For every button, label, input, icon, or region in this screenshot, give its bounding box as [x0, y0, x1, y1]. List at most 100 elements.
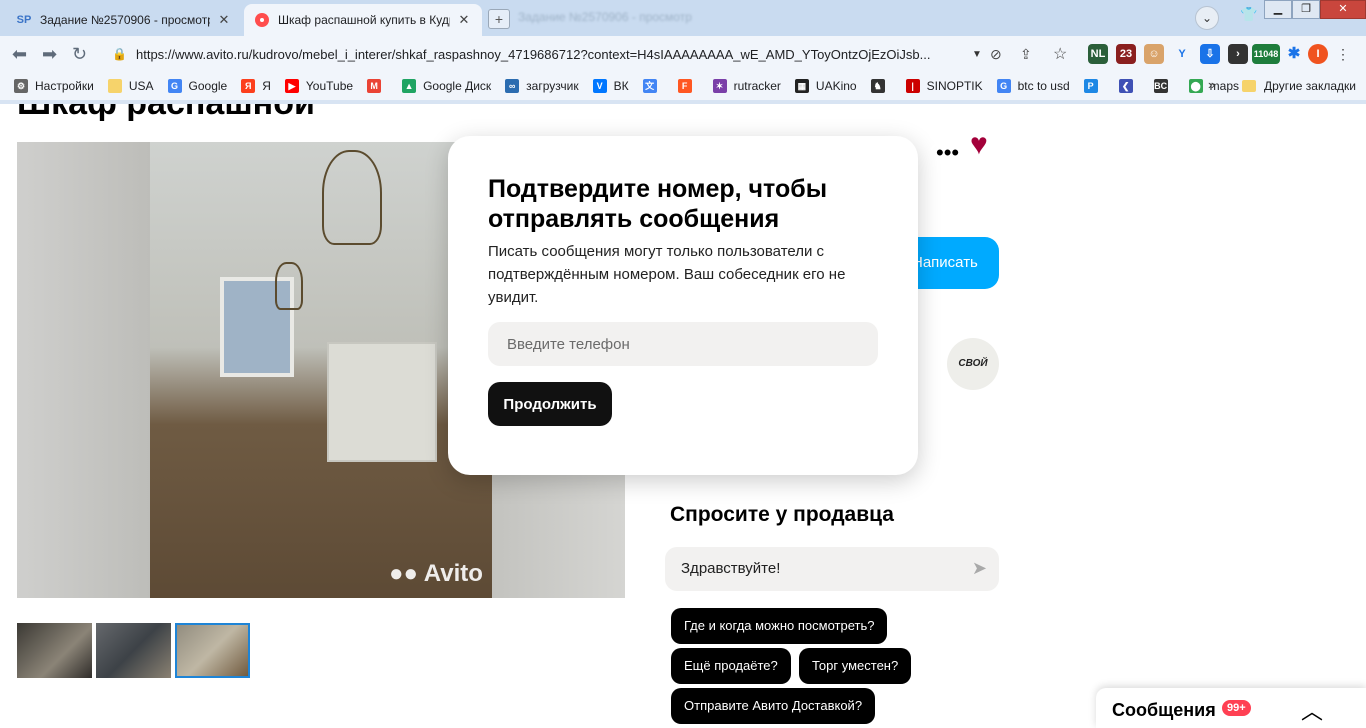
thumbnail-3-selected[interactable]: [175, 623, 250, 678]
bookmark-item[interactable]: M: [367, 79, 388, 93]
tab-avito[interactable]: Шкаф распашной купить в Кудро ✕: [244, 4, 482, 36]
bookmark-item[interactable]: 文: [642, 79, 664, 93]
bookmark-item[interactable]: | SINOPTIK: [905, 79, 983, 93]
share-icon[interactable]: ⇪: [1020, 46, 1032, 63]
photo-room: [150, 142, 492, 598]
seller-avatar[interactable]: СВОЙ: [947, 338, 999, 390]
menu-icon[interactable]: ⋮: [1336, 46, 1350, 63]
forward-icon[interactable]: ➡: [42, 44, 57, 65]
chevron-up-icon[interactable]: ︿: [1301, 694, 1323, 726]
bookmark-item[interactable]: ♞: [870, 79, 892, 93]
bookmark-item[interactable]: ▶ YouTube: [284, 79, 353, 93]
download-extension-icon[interactable]: ⇩: [1200, 44, 1220, 64]
chandelier-icon: [322, 150, 382, 245]
translate-icon: 文: [642, 79, 657, 93]
write-button-label: Написать: [912, 254, 978, 271]
ask-seller-title: Спросите у продавца: [670, 503, 894, 526]
gear-icon: ⚙: [14, 79, 28, 93]
browser-chrome: SP Задание №2570906 - просмотр з ✕ Шкаф …: [0, 0, 1366, 104]
photo-blur-left: [17, 142, 150, 598]
extensions-puzzle-icon[interactable]: ✱: [1284, 44, 1304, 64]
rutracker-icon: ✶: [712, 79, 727, 93]
quick-question-chip[interactable]: Торг уместен?: [799, 648, 912, 684]
bookmark-item[interactable]: BC: [1153, 79, 1175, 93]
tab-close-icon[interactable]: ✕: [216, 12, 232, 28]
close-icon[interactable]: ✕: [926, 133, 948, 157]
count-extension-icon[interactable]: 23: [1116, 44, 1136, 64]
phone-input[interactable]: [488, 322, 878, 366]
bookmark-item[interactable]: ▲ Google Диск: [402, 79, 491, 93]
chevron-down-icon[interactable]: ▼: [972, 49, 988, 60]
photo-cabinet: [327, 342, 437, 462]
google-icon: G: [996, 79, 1011, 93]
thumbnail-1[interactable]: [17, 623, 92, 678]
window-controls: ▁ ❐ ✕: [1264, 0, 1366, 20]
messages-label: Сообщения: [1112, 700, 1216, 720]
bookmark-item[interactable]: P: [1083, 79, 1105, 93]
tab-search-icon[interactable]: ⌄: [1195, 6, 1219, 30]
bookmark-label: Я: [262, 79, 271, 93]
bookmark-item[interactable]: ✶ rutracker: [712, 79, 781, 93]
bookmark-label: Google Диск: [423, 79, 492, 93]
messages-panel[interactable]: Сообщения 99+ ︿: [1096, 688, 1366, 728]
modal-heading: Подтвердите номер, чтобы отправлять сооб…: [488, 175, 828, 233]
favorite-heart-icon[interactable]: ♥: [970, 128, 988, 162]
ask-seller-input[interactable]: Здравствуйте! ➤: [665, 547, 999, 591]
page-title: Шкаф распашной: [17, 104, 315, 123]
avito-favicon-icon: [254, 12, 270, 28]
quick-question-chip[interactable]: Ещё продаёте?: [671, 648, 791, 684]
quick-question-chip[interactable]: Отправите Авито Доставкой?: [671, 688, 876, 724]
tab-strip: SP Задание №2570906 - просмотр з ✕ Шкаф …: [0, 0, 1366, 36]
terminal-extension-icon[interactable]: ›: [1228, 44, 1248, 64]
btc-extension-icon[interactable]: 11048: [1252, 44, 1280, 64]
restore-button[interactable]: ❐: [1292, 0, 1320, 19]
sinoptik-icon: |: [905, 79, 920, 93]
theme-icon[interactable]: 👕: [1240, 6, 1257, 23]
bookmark-item[interactable]: ❮: [1118, 79, 1140, 93]
folder-icon: [107, 79, 122, 93]
bookmark-star-icon[interactable]: ☆: [1053, 44, 1067, 64]
other-bookmarks[interactable]: Другие закладки: [1242, 72, 1356, 100]
maps-icon: ⬤: [1188, 79, 1203, 93]
bookmark-item[interactable]: ∞ загрузчик: [505, 79, 579, 93]
y-extension-icon[interactable]: Y: [1172, 44, 1192, 64]
drive-icon: ▲: [402, 79, 417, 93]
thumbnail-2[interactable]: [96, 623, 171, 678]
ghost-tab: Задание №2570906 - просмотр: [518, 10, 692, 24]
bookmark-item[interactable]: ⚙ Настройки: [14, 79, 94, 93]
bookmark-item[interactable]: ▦ UAKino: [794, 79, 857, 93]
avito-watermark: ●● Avito: [389, 560, 483, 587]
loader-icon: ∞: [505, 79, 520, 93]
quick-question-chip[interactable]: Где и когда можно посмотреть?: [671, 608, 888, 644]
bookmark-item[interactable]: G Google: [167, 79, 228, 93]
photo-thumbnails: [17, 623, 250, 678]
bc-icon: BC: [1153, 79, 1168, 93]
face-extension-icon[interactable]: ☺: [1144, 44, 1164, 64]
bookmark-item[interactable]: V ВК: [592, 79, 629, 93]
camera-blocked-icon[interactable]: ⊘: [990, 46, 1002, 63]
minimize-button[interactable]: ▁: [1264, 0, 1292, 19]
new-tab-button[interactable]: +: [488, 9, 510, 29]
profile-avatar[interactable]: I: [1308, 44, 1328, 64]
bookmark-item[interactable]: Gbtc to usd: [996, 79, 1070, 93]
toolbar: ⬅ ➡ ↻ 🔒 https://www.avito.ru/kudrovo/meb…: [0, 36, 1366, 72]
close-window-button[interactable]: ✕: [1320, 0, 1366, 19]
youtube-icon: ▶: [284, 79, 299, 93]
back-icon[interactable]: ⬅: [12, 44, 27, 65]
tab-task[interactable]: SP Задание №2570906 - просмотр з ✕: [6, 4, 242, 36]
chess-icon: ♞: [870, 79, 885, 93]
bookmark-label: Google: [188, 79, 228, 93]
continue-button[interactable]: Продолжить: [488, 382, 612, 426]
nl-extension-icon[interactable]: NL: [1088, 44, 1108, 64]
tab-close-icon[interactable]: ✕: [456, 12, 472, 28]
reload-icon[interactable]: ↻: [72, 44, 87, 65]
send-icon[interactable]: ➤: [972, 558, 987, 579]
address-bar[interactable]: 🔒 https://www.avito.ru/kudrovo/mebel_i_i…: [100, 40, 988, 68]
bookmark-item[interactable]: ЯЯ: [241, 79, 271, 93]
bookmark-item[interactable]: USA: [107, 79, 154, 93]
modal-body: Писать сообщения могут только пользовате…: [488, 243, 846, 306]
vk-icon: V: [592, 79, 607, 93]
bookmarks-more-button[interactable]: »: [1208, 77, 1215, 92]
bookmark-item[interactable]: F: [677, 79, 699, 93]
bookmark-label: загрузчик: [526, 79, 579, 93]
